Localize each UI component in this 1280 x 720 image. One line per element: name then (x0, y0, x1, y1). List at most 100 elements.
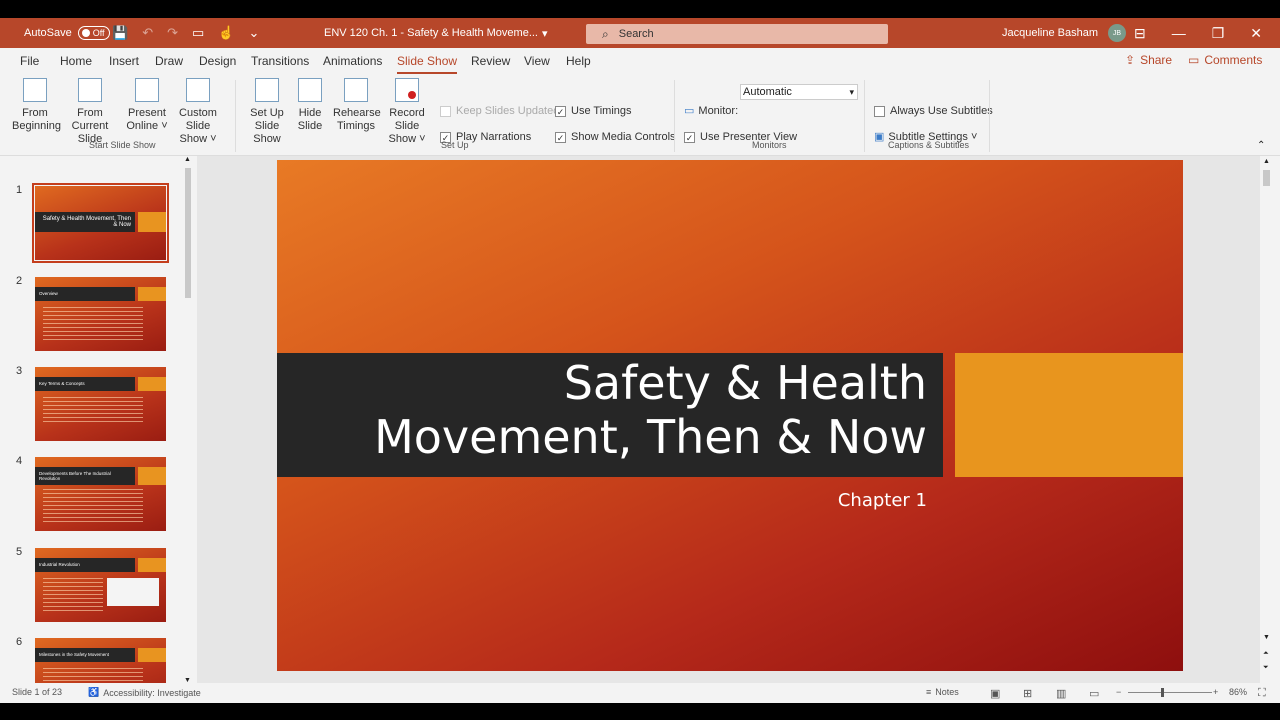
thumb-body (43, 668, 143, 683)
zoom-slider-handle[interactable] (1161, 688, 1164, 697)
always-use-subtitles-checkbox[interactable]: Always Use Subtitles (874, 105, 993, 117)
touch-mode-icon[interactable]: ☝ (218, 25, 234, 41)
chevron-down-icon: ▾ (849, 87, 854, 97)
zoom-level[interactable]: 86% (1229, 687, 1247, 697)
fit-to-window-icon[interactable]: ⛶ (1258, 687, 1266, 700)
scrollbar-thumb[interactable] (1263, 170, 1270, 186)
play-from-current-icon (78, 78, 102, 102)
label: Beginning (12, 120, 61, 132)
user-name: Jacqueline Basham (1002, 27, 1099, 39)
rehearse-timings-button[interactable]: Rehearse Timings (333, 78, 381, 133)
tab-home[interactable]: Home (60, 54, 92, 68)
thumb-accent (138, 558, 166, 572)
slide-thumbnail-6[interactable]: Milestones in the Safety Movement (35, 638, 166, 683)
slide-thumbnail-2[interactable]: Overview (35, 277, 166, 351)
group-label-setup: Set Up (441, 140, 469, 150)
keep-slides-updated-checkbox[interactable]: Keep Slides Updated (440, 105, 559, 117)
reading-view-icon[interactable]: ▥ (1056, 687, 1066, 700)
scroll-up-icon[interactable]: ▲ (184, 156, 191, 163)
redo-icon[interactable]: ↷ (167, 25, 178, 41)
checkbox-box (874, 105, 885, 117)
tab-view[interactable]: View (524, 54, 550, 68)
use-timings-checkbox[interactable]: ✓ Use Timings (555, 105, 632, 117)
zoom-out-icon[interactable]: − (1116, 687, 1121, 697)
slide-thumbnail-3[interactable]: Key Terms & Concepts (35, 367, 166, 441)
slide-thumbnail-1[interactable]: Safety & Health Movement, Then & Now (32, 183, 169, 263)
slide-sorter-icon[interactable]: ⊞ (1023, 687, 1032, 700)
notes-button[interactable]: ≡ Notes (926, 687, 959, 697)
autosave-control[interactable]: AutoSave Off (24, 18, 110, 48)
share-button[interactable]: ⇪ Share (1125, 53, 1172, 67)
slide-show-view-icon[interactable]: ▭ (1089, 687, 1099, 700)
comments-button[interactable]: ▭ Comments (1188, 53, 1262, 67)
restore-icon[interactable]: ❐ (1212, 25, 1225, 42)
label: Monitor: (698, 104, 739, 117)
tab-animations[interactable]: Animations (323, 54, 382, 68)
tab-review[interactable]: Review (471, 54, 510, 68)
comments-label: Comments (1204, 53, 1263, 67)
from-current-slide-button[interactable]: From Current Slide (60, 78, 120, 146)
zoom-in-icon[interactable]: + (1213, 687, 1218, 697)
checkbox-box (440, 105, 451, 117)
thumb-image (107, 578, 159, 606)
slide-title[interactable]: Safety & Health Movement, Then & Now (297, 356, 927, 464)
collapse-ribbon-icon[interactable]: ⌃ (1257, 140, 1265, 151)
slide-thumbnail-4[interactable]: Developments Before The Industrial Revol… (35, 457, 166, 531)
chevron-down-icon: ▾ (541, 27, 548, 40)
scroll-down-icon[interactable]: ▼ (1263, 634, 1270, 641)
from-beginning-button[interactable]: From Beginning (12, 78, 61, 133)
save-icon[interactable]: 💾 (112, 25, 128, 41)
monitor-select[interactable]: Automatic ▾ (740, 84, 858, 100)
accessibility-label: Accessibility: Investigate (103, 687, 201, 698)
slide-number: 3 (16, 365, 23, 377)
slide-scrollbar[interactable]: ▲ ▼ ⏶ ⏷ (1260, 156, 1272, 683)
customize-toolbar-icon[interactable]: ⌄ (248, 25, 259, 41)
accessibility-status[interactable]: ♿ Accessibility: Investigate (88, 687, 201, 698)
hide-slide-button[interactable]: Hide Slide (296, 78, 324, 133)
tab-transitions[interactable]: Transitions (251, 54, 309, 68)
tab-draw[interactable]: Draw (155, 54, 183, 68)
present-online-button[interactable]: Present Online ˅ (124, 78, 170, 133)
divider (864, 80, 865, 152)
thumb-body (43, 489, 143, 525)
normal-view-icon[interactable]: ▣ (990, 687, 1000, 700)
tab-design[interactable]: Design (199, 54, 236, 68)
accessibility-icon: ♿ (88, 687, 100, 697)
tab-slide-show[interactable]: Slide Show (397, 54, 458, 74)
divider (235, 80, 236, 152)
document-title[interactable]: ENV 120 Ch. 1 - Safety & Health Moveme..… (324, 18, 548, 48)
scrollbar-thumb[interactable] (185, 168, 191, 298)
label: Record Slide (389, 107, 425, 132)
thumb-body (43, 307, 143, 343)
user-account[interactable]: Jacqueline Basham JB (1002, 18, 1127, 48)
tab-insert[interactable]: Insert (109, 54, 139, 68)
search-box[interactable]: ⌕ Search (586, 24, 888, 44)
minimize-icon[interactable]: — (1172, 25, 1186, 41)
present-icon[interactable]: ▭ (192, 25, 204, 41)
slide-subtitle[interactable]: Chapter 1 (677, 490, 927, 511)
slide-number: 4 (16, 455, 23, 467)
record-slide-show-button[interactable]: Record Slide Show ˅ (378, 78, 436, 146)
zoom-slider[interactable] (1128, 692, 1212, 693)
previous-slide-icon[interactable]: ⏶ (1263, 650, 1269, 658)
comment-icon: ▭ (1188, 53, 1200, 67)
tab-file[interactable]: File (20, 54, 39, 68)
slide-thumbnail-5[interactable]: Industrial Revolution (35, 548, 166, 622)
set-up-slide-show-button[interactable]: Set Up Slide Show (240, 78, 294, 146)
tab-help[interactable]: Help (566, 54, 591, 68)
close-icon[interactable]: ✕ (1250, 25, 1262, 42)
monitor-icon: ▭ (684, 105, 695, 117)
ribbon-tabs: File Home Insert Draw Design Transitions… (0, 48, 1280, 74)
show-media-controls-checkbox[interactable]: ✓ Show Media Controls (555, 131, 676, 143)
autosave-toggle[interactable]: Off (77, 26, 110, 40)
slide-number: 2 (16, 275, 23, 287)
label: Show ˅ (179, 133, 217, 145)
next-slide-icon[interactable]: ⏷ (1263, 664, 1269, 672)
scroll-up-icon[interactable]: ▲ (1263, 158, 1270, 165)
current-slide[interactable]: Safety & Health Movement, Then & Now Cha… (277, 160, 1183, 671)
custom-slide-show-button[interactable]: Custom Slide Show ˅ (168, 78, 228, 146)
undo-icon[interactable]: ↶ (142, 25, 153, 41)
search-placeholder: Search (618, 28, 654, 40)
ribbon-display-options-icon[interactable]: ⊟ (1134, 25, 1146, 42)
thumbnails-scrollbar[interactable]: ▲ ▼ (183, 156, 193, 683)
